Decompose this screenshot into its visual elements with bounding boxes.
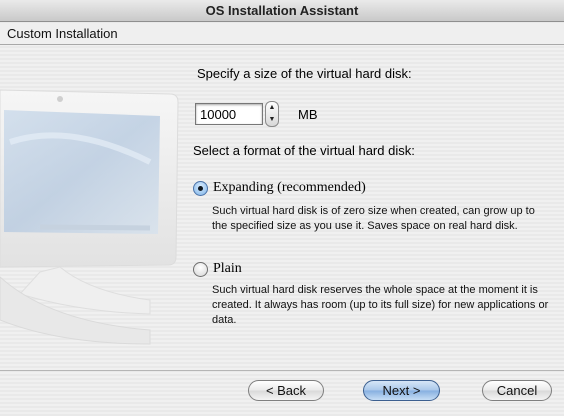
step-title: Custom Installation xyxy=(7,26,118,41)
installer-window: OS Installation Assistant Custom Install… xyxy=(0,0,564,416)
disk-size-field[interactable] xyxy=(195,103,263,125)
window-title: OS Installation Assistant xyxy=(205,3,359,18)
radio-plain-label[interactable]: Plain xyxy=(213,261,242,277)
next-button[interactable]: Next > xyxy=(363,380,440,401)
step-header: Custom Installation xyxy=(0,23,564,45)
disk-size-prompt: Specify a size of the virtual hard disk: xyxy=(197,66,412,81)
radio-expanding-label[interactable]: Expanding (recommended) xyxy=(213,180,366,196)
disk-format-prompt: Select a format of the virtual hard disk… xyxy=(193,143,415,158)
disk-size-unit: MB xyxy=(298,107,318,122)
cancel-button[interactable]: Cancel xyxy=(482,380,552,401)
expanding-description: Such virtual hard disk is of zero size w… xyxy=(212,205,535,232)
title-bar[interactable]: OS Installation Assistant xyxy=(0,0,564,22)
radio-selected-icon[interactable] xyxy=(193,181,208,196)
stepper-up-arrow-icon[interactable]: ▲ xyxy=(266,102,278,114)
radio-unselected-icon[interactable] xyxy=(193,262,208,277)
content-area: Specify a size of the virtual hard disk:… xyxy=(0,46,564,366)
disk-size-stepper[interactable]: ▲ ▼ xyxy=(265,101,279,127)
plain-description: Such virtual hard disk reserves the whol… xyxy=(212,284,549,326)
back-button[interactable]: < Back xyxy=(248,380,324,401)
stepper-down-arrow-icon[interactable]: ▼ xyxy=(266,114,278,126)
footer-divider xyxy=(0,370,564,371)
